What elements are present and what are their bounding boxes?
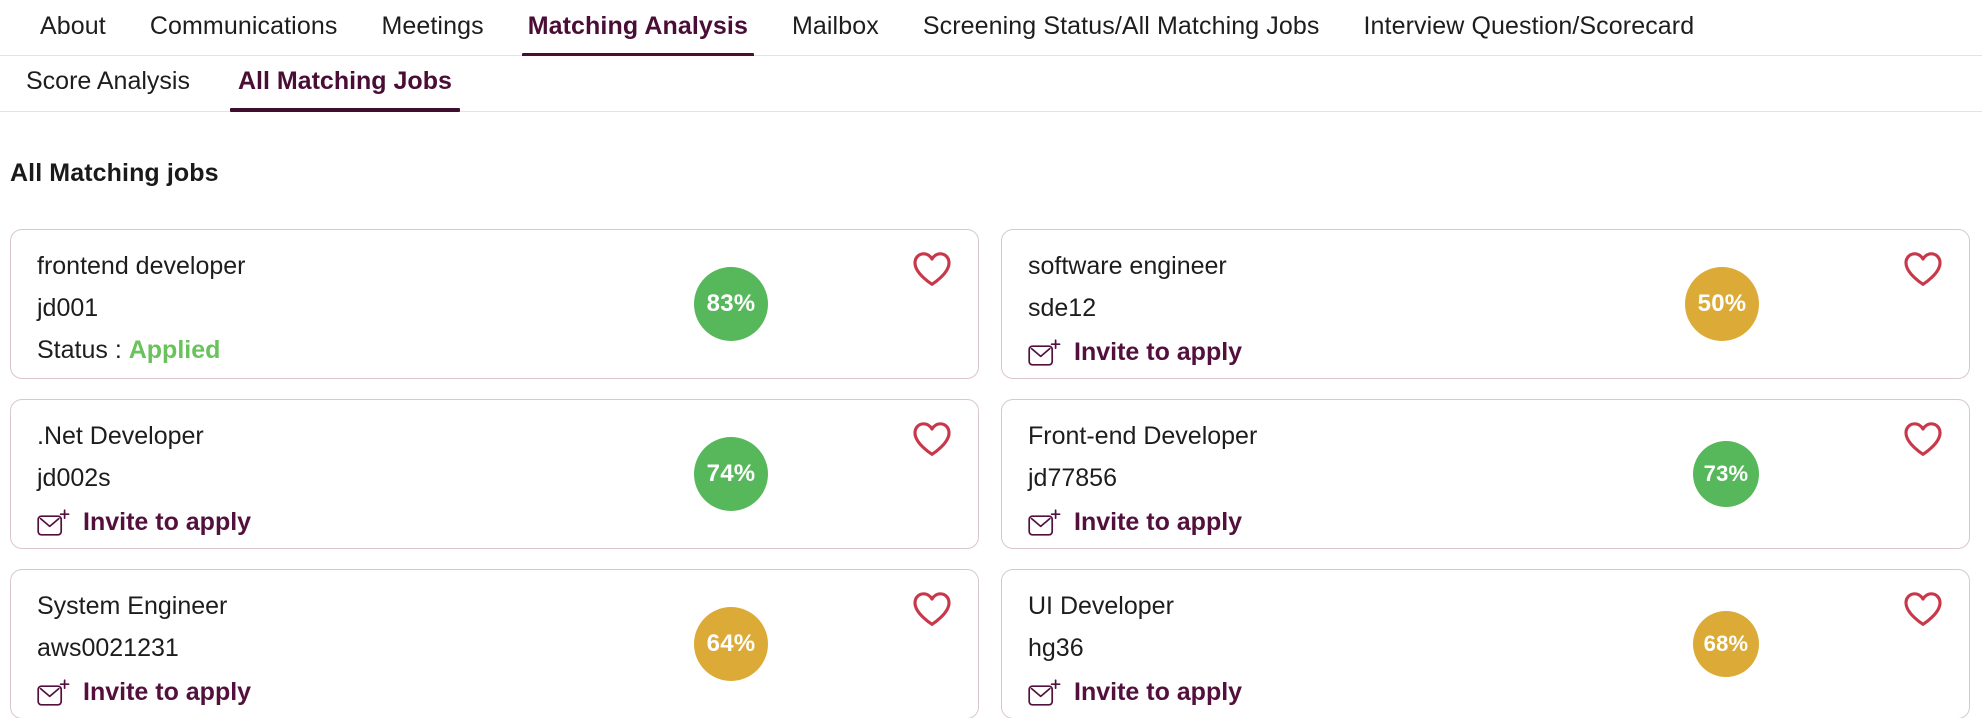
match-percent-badge: 74% [694, 436, 768, 511]
nav-item-about[interactable]: About [18, 0, 128, 56]
match-percent-badge: 83% [694, 266, 768, 341]
job-id: sde12 [1028, 293, 1097, 322]
envelope-plus-icon [1028, 338, 1062, 368]
heart-outline-icon[interactable] [1903, 250, 1943, 288]
job-card[interactable]: software engineer sde12 Invite to apply 50% [1001, 228, 1970, 379]
nav-item-communications[interactable]: Communications [128, 0, 360, 56]
main-content: All Matching jobs frontend developer jd00… [0, 129, 1982, 718]
job-title: UI Developer [1028, 591, 1174, 620]
envelope-plus-icon [1028, 678, 1062, 708]
invite-to-apply-button[interactable]: Invite to apply [1028, 678, 1242, 708]
nav-item-interview-question-scorecard[interactable]: Interview Question/Scorecard [1342, 0, 1717, 56]
tab-all-matching-jobs[interactable]: All Matching Jobs [214, 56, 476, 112]
invite-to-apply-button[interactable]: Invite to apply [1028, 508, 1242, 538]
status-badge: Status : Applied [37, 335, 952, 364]
match-percent-badge: 68% [1693, 610, 1759, 677]
match-percent-badge: 64% [694, 606, 768, 681]
nav-item-meetings[interactable]: Meetings [359, 0, 505, 56]
job-id: jd002s [37, 463, 111, 492]
envelope-plus-icon [37, 508, 71, 538]
matching-jobs-grid: frontend developer jd001 Status : Applied 8… [0, 205, 1982, 718]
invite-to-apply-label: Invite to apply [83, 678, 252, 706]
status-value: Applied [128, 335, 221, 364]
job-card[interactable]: UI Developer hg36 Invite to apply 68% [1001, 568, 1970, 718]
job-card[interactable]: frontend developer jd001 Status : Applied 8… [10, 228, 979, 379]
invite-to-apply-button[interactable]: Invite to apply [37, 678, 251, 708]
job-id: hg36 [1028, 633, 1084, 662]
heart-outline-icon[interactable] [1903, 420, 1943, 458]
nav-item-matching-analysis[interactable]: Matching Analysis [506, 0, 770, 57]
job-title: System Engineer [37, 591, 228, 620]
job-title: Front-end Developer [1028, 421, 1258, 450]
envelope-plus-icon [37, 678, 71, 708]
nav-item-screening-status[interactable]: Screening Status/All Matching Jobs [901, 0, 1342, 56]
invite-to-apply-label: Invite to apply [1074, 338, 1243, 366]
job-id: jd77856 [1028, 463, 1117, 492]
job-title: .Net Developer [37, 421, 204, 450]
job-card[interactable]: System Engineer aws0021231 Invite to apply… [10, 568, 979, 718]
job-card[interactable]: Front-end Developer jd77856 Invite to appl… [1001, 398, 1970, 549]
invite-to-apply-button[interactable]: Invite to apply [37, 508, 251, 538]
heart-outline-icon[interactable] [912, 250, 952, 288]
status-label: Status : [37, 335, 122, 364]
job-id: aws0021231 [37, 633, 179, 662]
invite-to-apply-label: Invite to apply [1074, 508, 1243, 536]
job-card[interactable]: .Net Developer jd002s Invite to apply 74% [10, 398, 979, 549]
secondary-tabs: Score Analysis All Matching Jobs [0, 56, 1982, 112]
job-title: frontend developer [37, 251, 246, 280]
job-title: software engineer [1028, 251, 1227, 280]
invite-to-apply-label: Invite to apply [83, 508, 252, 536]
job-id: jd001 [37, 293, 99, 322]
nav-item-mailbox[interactable]: Mailbox [770, 0, 901, 56]
match-percent-badge: 50% [1685, 266, 1759, 341]
match-percent-badge: 73% [1693, 440, 1759, 507]
heart-outline-icon[interactable] [1903, 590, 1943, 628]
page-title: All Matching jobs [10, 158, 219, 187]
primary-navigation: About Communications Meetings Matching A… [0, 0, 1982, 57]
invite-to-apply-label: Invite to apply [1074, 678, 1243, 706]
heart-outline-icon[interactable] [912, 420, 952, 458]
heart-outline-icon[interactable] [912, 590, 952, 628]
envelope-plus-icon [1028, 508, 1062, 538]
tab-score-analysis[interactable]: Score Analysis [2, 56, 214, 111]
invite-to-apply-button[interactable]: Invite to apply [1028, 338, 1242, 368]
